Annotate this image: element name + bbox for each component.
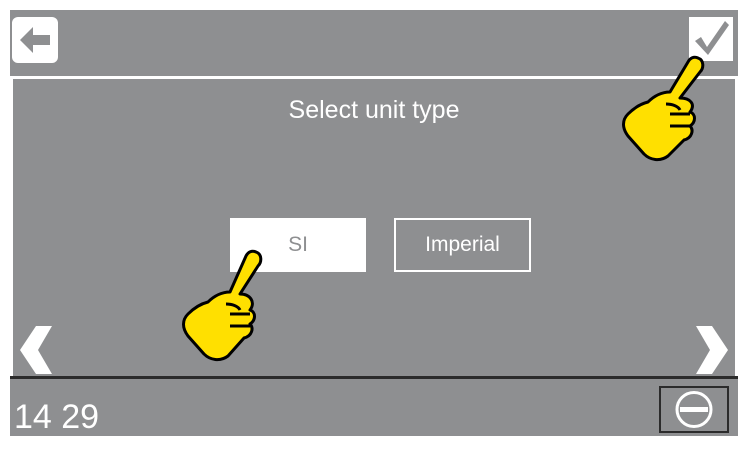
status-bar xyxy=(10,379,738,436)
pointing-hand-icon xyxy=(622,55,705,162)
clock-time: 14 29 xyxy=(14,398,100,436)
back-button[interactable] xyxy=(12,17,58,63)
chevron-right-icon[interactable] xyxy=(694,324,730,376)
pointing-hand-icon xyxy=(182,249,263,362)
back-arrow-icon xyxy=(20,27,50,53)
chevron-left-icon[interactable] xyxy=(18,324,54,376)
unit-option-imperial[interactable]: Imperial xyxy=(394,218,531,272)
minus-circle-icon xyxy=(675,391,713,428)
unit-option-imperial-label: Imperial xyxy=(425,233,500,256)
stop-button[interactable] xyxy=(659,386,729,433)
unit-option-si-label: SI xyxy=(288,233,308,256)
